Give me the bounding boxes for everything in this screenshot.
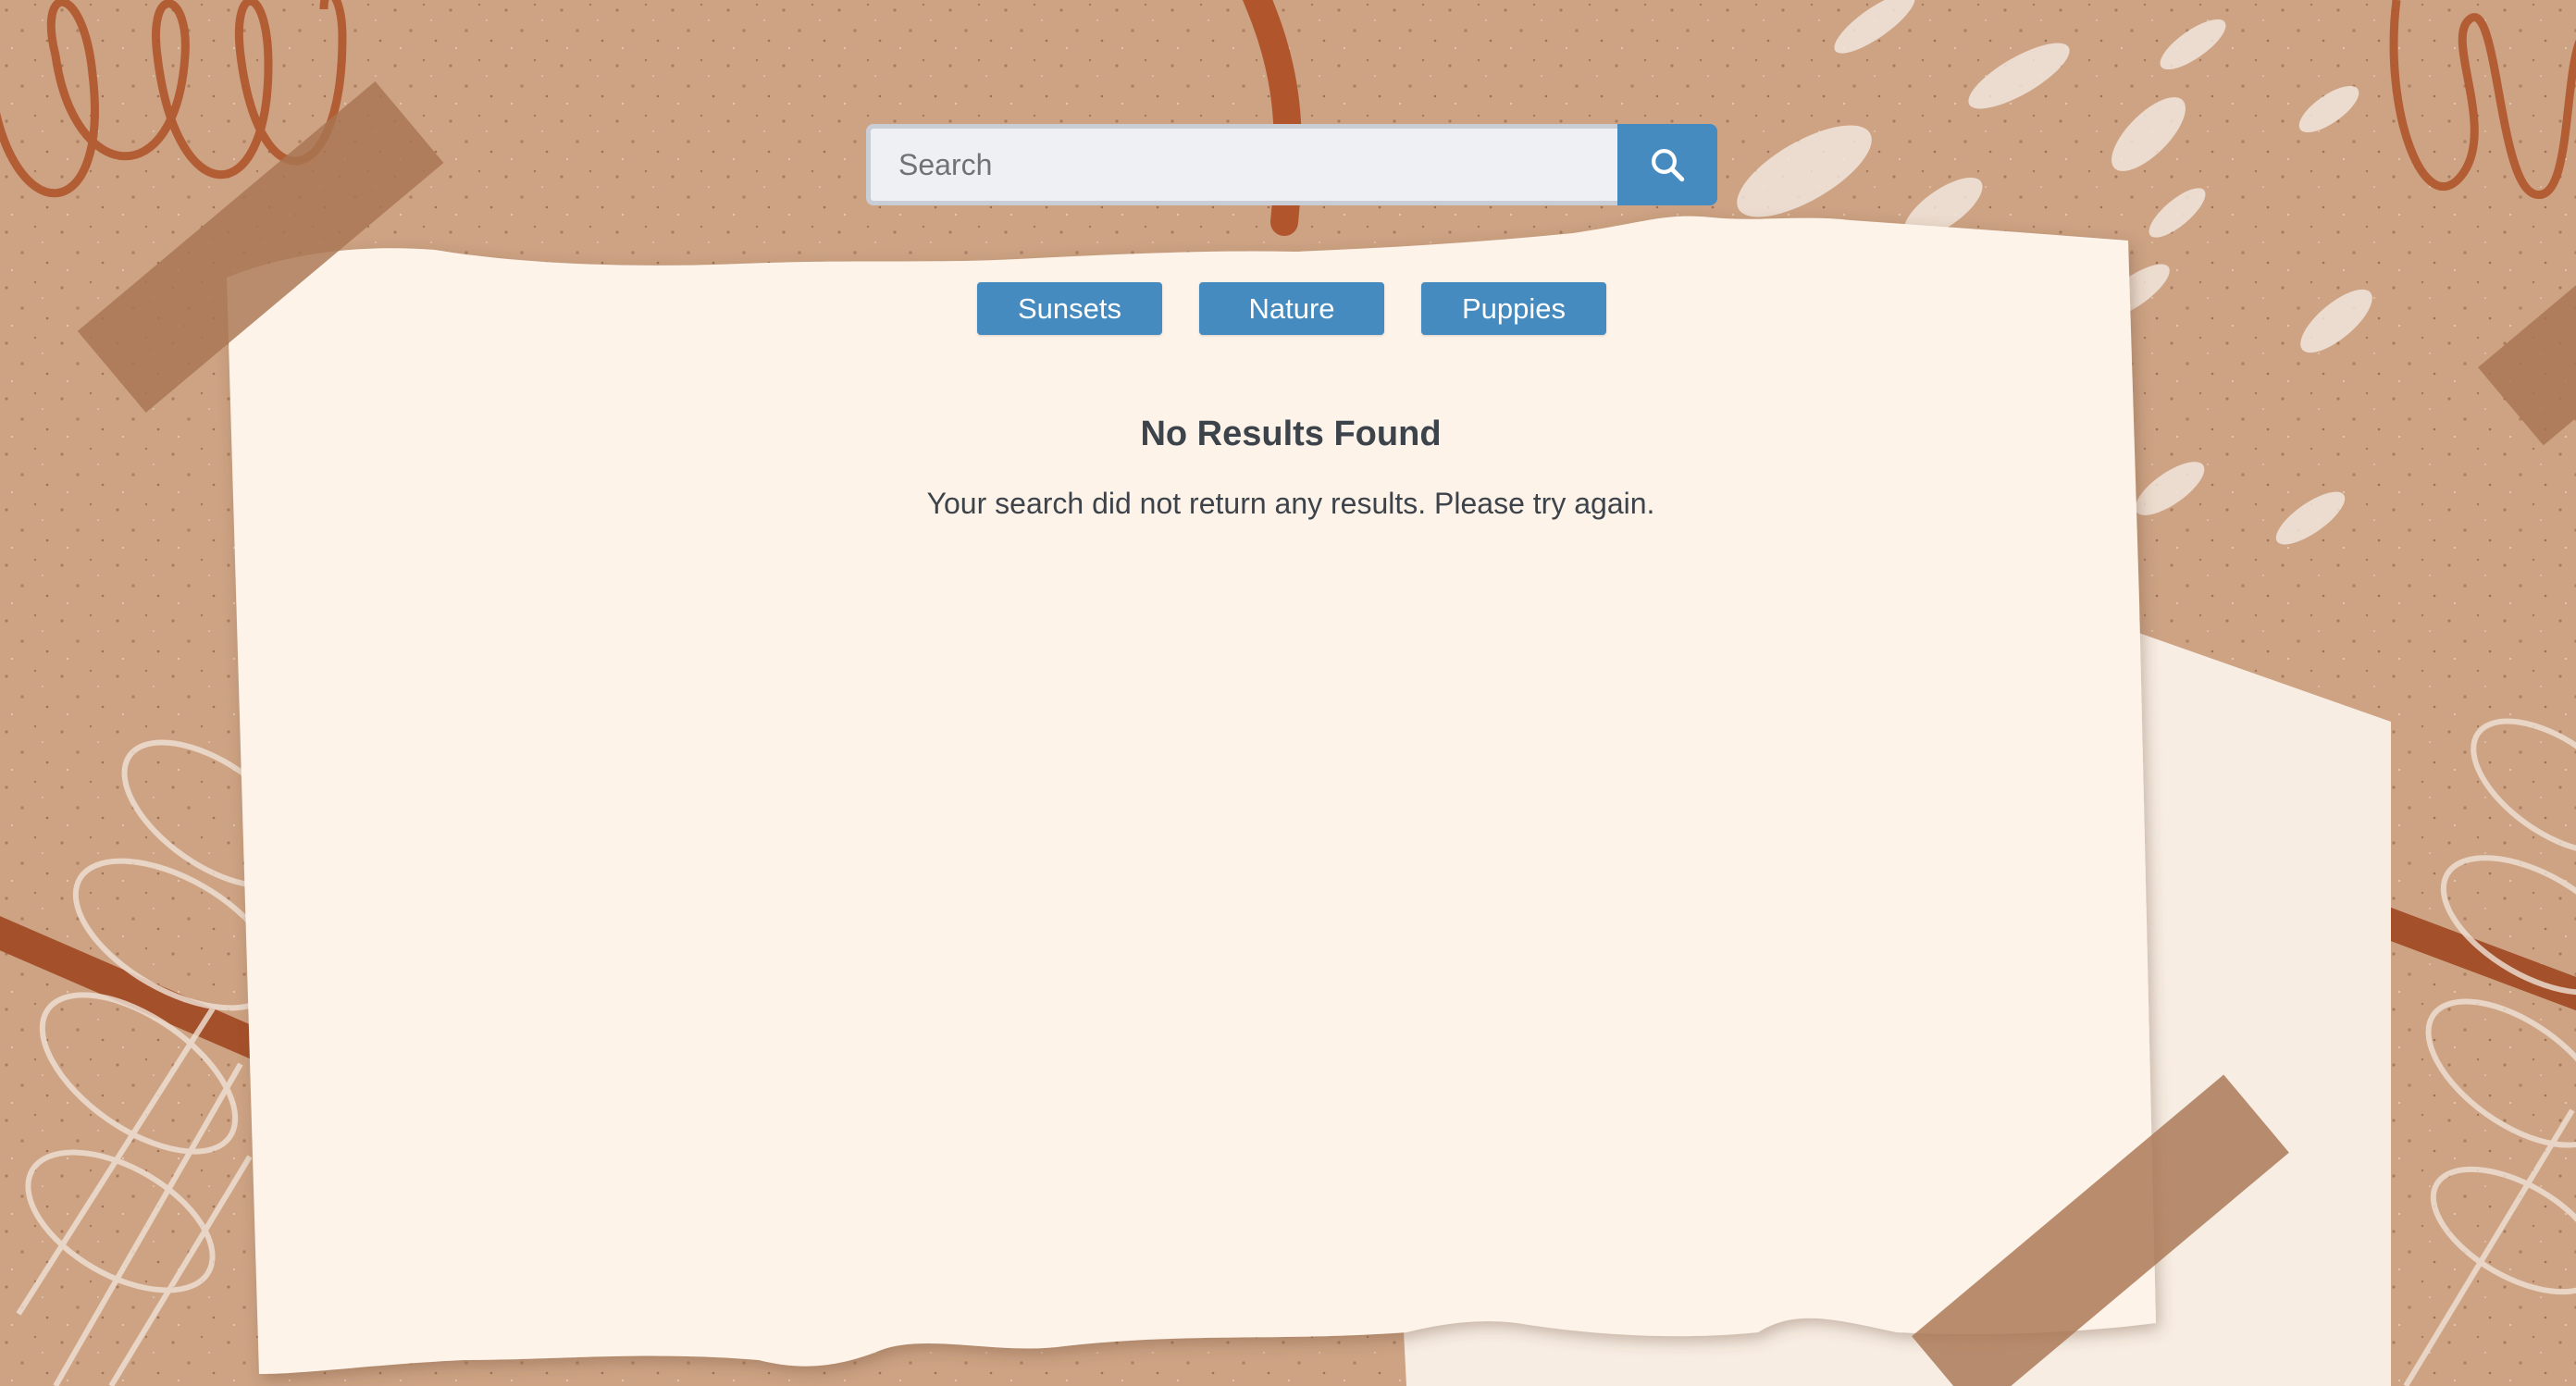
- page-content: Sunsets Nature Puppies No Results Found …: [0, 0, 2576, 1386]
- search-bar: [866, 124, 1717, 205]
- search-icon: [1648, 145, 1687, 184]
- search-input[interactable]: [866, 124, 1618, 205]
- no-results-message: Your search did not return any results. …: [926, 487, 1655, 520]
- category-button-nature[interactable]: Nature: [1199, 282, 1384, 335]
- category-buttons: Sunsets Nature Puppies: [977, 282, 1606, 336]
- no-results-title: No Results Found: [1140, 415, 1442, 453]
- category-button-sunsets[interactable]: Sunsets: [977, 282, 1162, 335]
- category-button-puppies[interactable]: Puppies: [1421, 282, 1606, 335]
- search-button[interactable]: [1617, 124, 1717, 205]
